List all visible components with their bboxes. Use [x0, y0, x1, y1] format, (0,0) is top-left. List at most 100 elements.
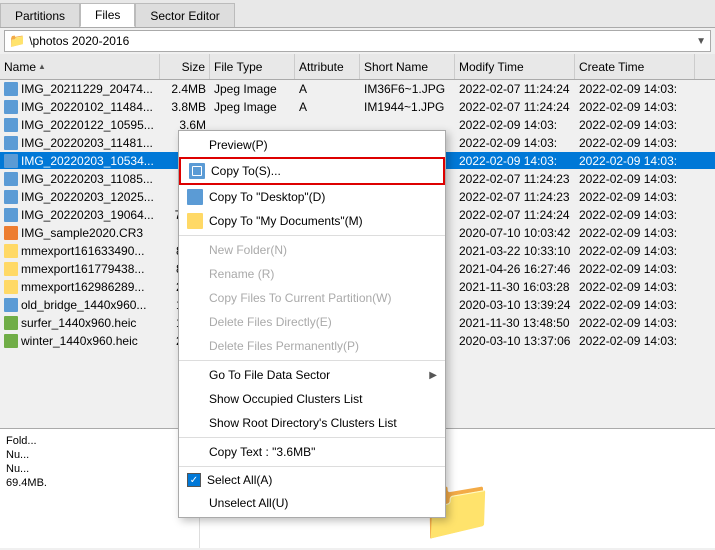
file-modtime: 2021-11-30 16:03:28 — [455, 278, 575, 295]
file-icon — [4, 172, 18, 186]
file-modtime: 2022-02-07 11:24:24 — [455, 80, 575, 97]
file-name: winter_1440x960.heic — [0, 332, 160, 349]
context-menu: Preview(P) Copy To(S)...Copy To "Desktop… — [178, 130, 446, 518]
file-createtime: 2022-02-09 14:03: — [575, 170, 695, 187]
submenu-arrow: ▶ — [429, 370, 437, 381]
ctx-separator — [179, 360, 445, 361]
ctx-item-new-folder: New Folder(N) — [179, 238, 445, 262]
file-modtime: 2022-02-09 14:03: — [455, 152, 575, 169]
ctx-separator — [179, 235, 445, 236]
file-modtime: 2020-03-10 13:39:24 — [455, 296, 575, 313]
folder-icon: 📁 — [9, 33, 25, 49]
file-createtime: 2022-02-09 14:03: — [575, 98, 695, 115]
ctx-item-show-clusters[interactable]: Show Occupied Clusters List — [179, 387, 445, 411]
file-modtime: 2022-02-07 11:24:23 — [455, 188, 575, 205]
tab-bar: Partitions Files Sector Editor — [0, 0, 715, 28]
file-icon — [4, 154, 18, 168]
ctx-item-unselect-all[interactable]: Unselect All(U) — [179, 491, 445, 515]
file-modtime: 2021-04-26 16:27:46 — [455, 260, 575, 277]
ctx-separator — [179, 466, 445, 467]
bottom-info: Fold... Nu... Nu... 69.4MB. — [0, 429, 200, 548]
file-createtime: 2022-02-09 14:03: — [575, 332, 695, 349]
file-name: IMG_20220203_11085... — [0, 170, 160, 187]
file-name: old_bridge_1440x960... — [0, 296, 160, 313]
file-attr: A — [295, 80, 360, 97]
col-header-attribute[interactable]: Attribute — [295, 54, 360, 79]
file-name: IMG_20211229_20474... — [0, 80, 160, 97]
file-icon — [4, 136, 18, 150]
info-num1: Nu... — [6, 449, 193, 461]
file-modtime: 2020-07-10 10:03:42 — [455, 224, 575, 241]
ctx-item-goto-sector[interactable]: Go To File Data Sector▶ — [179, 363, 445, 387]
file-createtime: 2022-02-09 14:03: — [575, 260, 695, 277]
file-createtime: 2022-02-09 14:03: — [575, 80, 695, 97]
ctx-item-copy-to[interactable]: Copy To(S)... — [179, 157, 445, 185]
file-icon — [4, 244, 18, 258]
file-modtime: 2022-02-09 14:03: — [455, 116, 575, 133]
file-createtime: 2022-02-09 14:03: — [575, 296, 695, 313]
file-icon — [4, 316, 18, 330]
file-name: mmexport161779438... — [0, 260, 160, 277]
col-header-createtime[interactable]: Create Time — [575, 54, 695, 79]
file-name: IMG_20220203_10534... — [0, 152, 160, 169]
file-icon — [4, 280, 18, 294]
ctx-item-copy-current-partition: Copy Files To Current Partition(W) — [179, 286, 445, 310]
file-modtime: 2022-02-09 14:03: — [455, 134, 575, 151]
file-modtime: 2022-02-07 11:24:24 — [455, 98, 575, 115]
file-name: IMG_20220203_11481... — [0, 134, 160, 151]
col-header-filetype[interactable]: File Type — [210, 54, 295, 79]
file-name: IMG_20220122_10595... — [0, 116, 160, 133]
file-createtime: 2022-02-09 14:03: — [575, 134, 695, 151]
address-dropdown-icon[interactable]: ▼ — [696, 36, 706, 47]
info-size: 69.4MB. — [6, 477, 193, 489]
file-modtime: 2022-02-07 11:24:24 — [455, 206, 575, 223]
tab-files[interactable]: Files — [80, 3, 135, 27]
file-icon — [4, 118, 18, 132]
file-shortname: IM1944~1.JPG — [360, 98, 455, 115]
file-modtime: 2022-02-07 11:24:23 — [455, 170, 575, 187]
tab-partitions[interactable]: Partitions — [0, 3, 80, 27]
ctx-item-delete-permanently: Delete Files Permanently(P) — [179, 334, 445, 358]
file-icon — [4, 208, 18, 222]
file-row[interactable]: IMG_20211229_20474... 2.4MB Jpeg Image A… — [0, 80, 715, 98]
ctx-item-delete-directly: Delete Files Directly(E) — [179, 310, 445, 334]
file-icon — [4, 82, 18, 96]
col-header-name[interactable]: Name ▲ — [0, 54, 160, 79]
file-name: IMG_20220203_19064... — [0, 206, 160, 223]
file-name: mmexport162986289... — [0, 278, 160, 295]
file-size: 3.8MB — [160, 98, 210, 115]
ctx-item-rename: Rename (R) — [179, 262, 445, 286]
file-name: mmexport161633490... — [0, 242, 160, 259]
file-createtime: 2022-02-09 14:03: — [575, 242, 695, 259]
file-createtime: 2022-02-09 14:03: — [575, 116, 695, 133]
file-createtime: 2022-02-09 14:03: — [575, 188, 695, 205]
col-header-size[interactable]: Size — [160, 54, 210, 79]
file-row[interactable]: IMG_20220102_11484... 3.8MB Jpeg Image A… — [0, 98, 715, 116]
file-name: IMG_20220102_11484... — [0, 98, 160, 115]
ctx-item-copy-text[interactable]: Copy Text : "3.6MB" — [179, 440, 445, 464]
file-name: IMG_20220203_12025... — [0, 188, 160, 205]
file-icon — [4, 334, 18, 348]
col-header-modtime[interactable]: Modify Time — [455, 54, 575, 79]
ctx-item-copy-to-mydocs[interactable]: Copy To "My Documents"(M) — [179, 209, 445, 233]
file-type: Jpeg Image — [210, 80, 295, 97]
file-attr: A — [295, 98, 360, 115]
address-text: \photos 2020-2016 — [29, 34, 696, 48]
file-createtime: 2022-02-09 14:03: — [575, 206, 695, 223]
tab-sector-editor[interactable]: Sector Editor — [135, 3, 234, 27]
file-name: surfer_1440x960.heic — [0, 314, 160, 331]
file-modtime: 2021-11-30 13:48:50 — [455, 314, 575, 331]
info-folder: Fold... — [6, 435, 193, 447]
ctx-item-show-root-clusters[interactable]: Show Root Directory's Clusters List — [179, 411, 445, 435]
ctx-item-copy-to-desktop[interactable]: Copy To "Desktop"(D) — [179, 185, 445, 209]
ctx-item-preview[interactable]: Preview(P) — [179, 133, 445, 157]
file-shortname: IM36F6~1.JPG — [360, 80, 455, 97]
ctx-item-select-all[interactable]: ✓Select All(A) — [179, 469, 445, 491]
col-header-shortname[interactable]: Short Name — [360, 54, 455, 79]
file-icon — [4, 190, 18, 204]
file-createtime: 2022-02-09 14:03: — [575, 224, 695, 241]
file-icon — [4, 262, 18, 276]
sort-icon-name: ▲ — [38, 62, 46, 71]
file-size: 2.4MB — [160, 80, 210, 97]
file-modtime: 2020-03-10 13:37:06 — [455, 332, 575, 349]
